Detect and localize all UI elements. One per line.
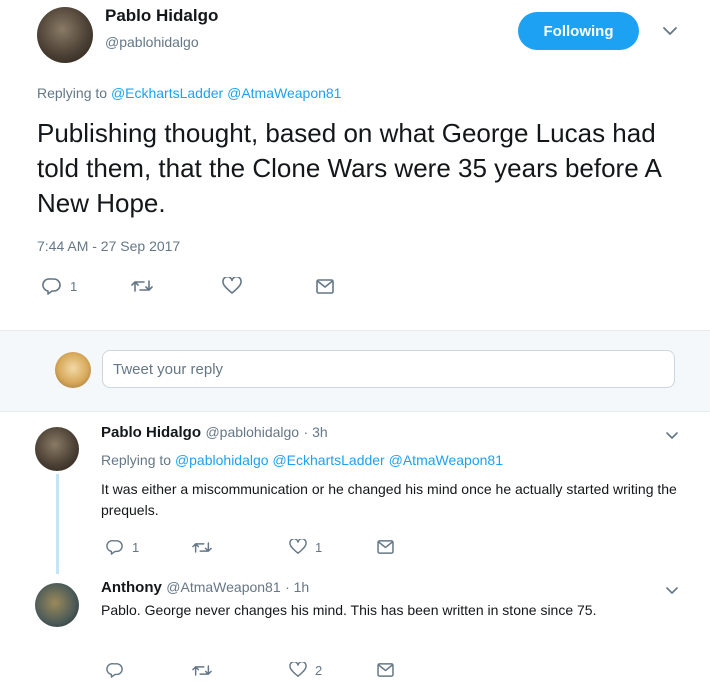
direct-message-icon — [377, 540, 394, 554]
retweet-icon — [192, 663, 212, 678]
mention-link[interactable]: @pablohidalgo — [175, 452, 269, 468]
reply-author-avatar[interactable] — [35, 427, 79, 471]
reply-header: Pablo Hidalgo @pablohidalgo · 3h — [101, 424, 328, 442]
thread-connector — [56, 474, 59, 574]
direct-message-icon — [316, 279, 334, 294]
reply-count: 1 — [132, 539, 140, 555]
reply-action[interactable] — [106, 662, 124, 678]
following-button[interactable]: Following — [518, 12, 639, 50]
direct-message-action[interactable] — [377, 663, 394, 677]
mention-link[interactable]: @EckhartsLadder — [272, 452, 384, 468]
chevron-down-icon[interactable] — [663, 426, 681, 444]
replying-to: Replying to @EckhartsLadder @AtmaWeapon8… — [37, 85, 342, 101]
author-avatar[interactable] — [37, 7, 93, 63]
reply-text: Pablo. George never changes his mind. Th… — [101, 602, 597, 618]
heart-icon — [222, 277, 242, 295]
heart-icon — [289, 539, 307, 555]
mention-link[interactable]: @AtmaWeapon81 — [227, 85, 341, 101]
direct-message-icon — [377, 663, 394, 677]
mention-link[interactable]: @AtmaWeapon81 — [389, 452, 503, 468]
like-action[interactable]: 1 — [289, 539, 322, 555]
heart-icon — [289, 662, 307, 678]
reply-icon — [106, 662, 124, 678]
reply-author-handle[interactable]: @AtmaWeapon81 — [166, 579, 280, 595]
current-user-avatar — [55, 352, 91, 388]
reply-author-avatar[interactable] — [35, 583, 79, 627]
retweet-action[interactable] — [192, 540, 212, 555]
mention-link[interactable]: @EckhartsLadder — [111, 85, 223, 101]
author-handle[interactable]: @pablohidalgo — [105, 34, 199, 50]
reply-author-name[interactable]: Pablo Hidalgo — [101, 424, 201, 441]
retweet-action[interactable] — [192, 663, 212, 678]
replying-to: Replying to @pablohidalgo @EckhartsLadde… — [101, 452, 503, 468]
chevron-down-icon[interactable] — [659, 20, 681, 42]
like-count: 1 — [315, 539, 323, 555]
reply-input[interactable]: Tweet your reply — [102, 350, 675, 388]
tweet-text: Publishing thought, based on what George… — [37, 118, 661, 218]
direct-message-action[interactable] — [377, 540, 394, 554]
reply-text: It was either a miscommunication or he c… — [101, 481, 677, 518]
reply-header: Anthony @AtmaWeapon81 · 1h — [101, 579, 309, 597]
reply-icon — [42, 277, 62, 295]
like-count: 2 — [315, 662, 323, 678]
reply-age[interactable]: · 3h — [304, 424, 328, 440]
like-action[interactable]: 2 — [289, 662, 322, 678]
tweet-timestamp[interactable]: 7:44 AM - 27 Sep 2017 — [37, 238, 180, 254]
reply-author-handle[interactable]: @pablohidalgo — [205, 424, 299, 440]
reply-age[interactable]: · 1h — [285, 579, 309, 595]
retweet-action[interactable] — [131, 278, 153, 294]
reply-action[interactable]: 1 — [42, 277, 77, 295]
retweet-icon — [192, 540, 212, 555]
reply-author-name[interactable]: Anthony — [101, 579, 162, 596]
like-action[interactable] — [222, 277, 242, 295]
reply-action[interactable]: 1 — [106, 539, 139, 555]
chevron-down-icon[interactable] — [663, 581, 681, 599]
author-name[interactable]: Pablo Hidalgo — [105, 6, 218, 26]
reply-icon — [106, 539, 124, 555]
direct-message-action[interactable] — [316, 279, 334, 294]
reply-count: 1 — [70, 278, 78, 294]
retweet-icon — [131, 278, 153, 294]
